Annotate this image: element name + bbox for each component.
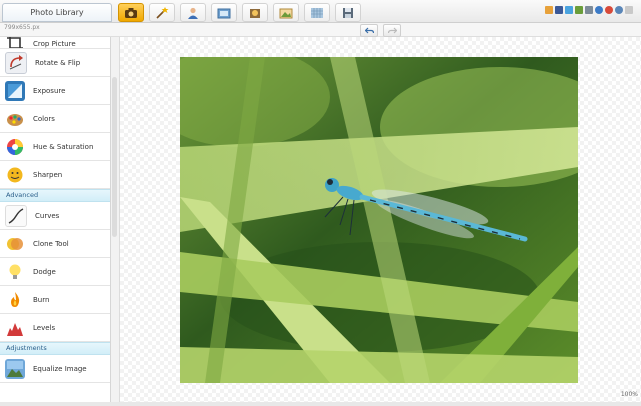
top-toolbar: Photo Library bbox=[0, 0, 641, 23]
sidebar-item-exposure[interactable]: Exposure bbox=[0, 77, 110, 105]
sidebar-scrollbar[interactable] bbox=[111, 37, 120, 402]
sidebar-item-hue-saturation[interactable]: Hue & Saturation bbox=[0, 133, 110, 161]
tools-sidebar: Crop Picture Rotate & Flip Exposure Colo… bbox=[0, 37, 111, 402]
dragonfly-on-grass-photo bbox=[180, 57, 578, 383]
hue-saturation-icon bbox=[5, 137, 25, 157]
undo-redo-group bbox=[360, 24, 406, 37]
sidebar-item-label: Rotate & Flip bbox=[35, 58, 81, 67]
colors-icon bbox=[5, 109, 25, 129]
email-icon[interactable] bbox=[585, 6, 593, 14]
sidebar-item-label: Crop Picture bbox=[33, 40, 76, 48]
levels-icon bbox=[5, 318, 25, 338]
social-links bbox=[543, 6, 633, 14]
magic-wand-icon bbox=[156, 6, 169, 19]
tab-magic[interactable] bbox=[149, 3, 175, 22]
burn-icon bbox=[5, 290, 25, 310]
home-icon[interactable] bbox=[545, 6, 553, 14]
sidebar-item-label: Colors bbox=[33, 114, 55, 123]
exposure-icon bbox=[5, 80, 25, 101]
sidebar-item-label: Levels bbox=[33, 323, 56, 332]
sidebar-item-curves[interactable]: Curves bbox=[0, 202, 110, 230]
sidebar-item-label: Hue & Saturation bbox=[33, 142, 94, 151]
sidebar-item-label: Equalize Image bbox=[33, 364, 87, 373]
section-header-advanced: Advanced bbox=[0, 189, 110, 202]
clone-icon bbox=[5, 234, 25, 254]
sidebar-item-dodge[interactable]: Dodge bbox=[0, 258, 110, 286]
crop-icon bbox=[5, 37, 25, 48]
share-icon[interactable] bbox=[575, 6, 583, 14]
dragonfly-photo[interactable] bbox=[180, 57, 578, 383]
section-header-adjustments: Adjustments bbox=[0, 342, 110, 355]
tool-tabs bbox=[118, 3, 366, 22]
facebook-icon[interactable] bbox=[555, 6, 563, 14]
person-icon bbox=[188, 7, 198, 19]
sidebar-item-levels[interactable]: Levels bbox=[0, 314, 110, 342]
sidebar-item-label: Sharpen bbox=[33, 170, 63, 179]
tab-person[interactable] bbox=[180, 3, 206, 22]
sidebar-item-colors[interactable]: Colors bbox=[0, 105, 110, 133]
undo-button[interactable] bbox=[360, 24, 378, 37]
tab-picture[interactable] bbox=[273, 3, 299, 22]
rotate-icon bbox=[5, 51, 27, 74]
sidebar-item-equalize-image[interactable]: Equalize Image bbox=[0, 355, 110, 383]
redo-icon bbox=[387, 27, 397, 34]
stickers-icon bbox=[250, 8, 260, 18]
sidebar-item-label: Exposure bbox=[33, 86, 66, 95]
curves-icon bbox=[5, 204, 27, 227]
sharpen-icon bbox=[5, 165, 25, 185]
tab-camera[interactable] bbox=[118, 3, 144, 22]
bottom-border bbox=[0, 402, 641, 406]
sidebar-item-crop[interactable]: Crop Picture bbox=[0, 37, 110, 49]
picture-icon bbox=[279, 8, 293, 18]
undo-icon bbox=[364, 27, 374, 34]
close-icon[interactable] bbox=[625, 6, 633, 14]
help-icon[interactable] bbox=[595, 6, 603, 14]
twitter-icon[interactable] bbox=[565, 6, 573, 14]
equalize-icon bbox=[5, 358, 25, 379]
editing-canvas[interactable]: 100% bbox=[120, 37, 641, 402]
tab-stickers[interactable] bbox=[242, 3, 268, 22]
tab-save[interactable] bbox=[335, 3, 361, 22]
scrollbar-thumb[interactable] bbox=[112, 77, 117, 237]
zoom-level-label: 100% bbox=[620, 391, 638, 398]
tab-frame[interactable] bbox=[211, 3, 237, 22]
sidebar-item-sharpen[interactable]: Sharpen bbox=[0, 161, 110, 189]
sidebar-item-label: Curves bbox=[35, 211, 60, 220]
sidebar-item-rotate[interactable]: Rotate & Flip bbox=[0, 49, 110, 77]
redo-button[interactable] bbox=[383, 24, 401, 37]
sidebar-item-clone-tool[interactable]: Clone Tool bbox=[0, 230, 110, 258]
image-info-bar: 799x655.px bbox=[0, 23, 641, 37]
info-icon[interactable] bbox=[615, 6, 623, 14]
sidebar-item-burn[interactable]: Burn bbox=[0, 286, 110, 314]
frame-icon bbox=[217, 8, 231, 18]
settings-icon[interactable] bbox=[605, 6, 613, 14]
photo-library-tab[interactable]: Photo Library bbox=[2, 3, 112, 22]
camera-icon bbox=[125, 7, 137, 18]
tab-texture[interactable] bbox=[304, 3, 330, 22]
texture-icon bbox=[311, 7, 323, 18]
sidebar-item-label: Dodge bbox=[33, 267, 56, 276]
dodge-icon bbox=[5, 262, 25, 282]
sidebar-item-label: Burn bbox=[33, 295, 50, 304]
save-icon bbox=[343, 7, 353, 18]
image-size-label: 799x655.px bbox=[4, 24, 40, 31]
sidebar-item-label: Clone Tool bbox=[33, 239, 69, 248]
